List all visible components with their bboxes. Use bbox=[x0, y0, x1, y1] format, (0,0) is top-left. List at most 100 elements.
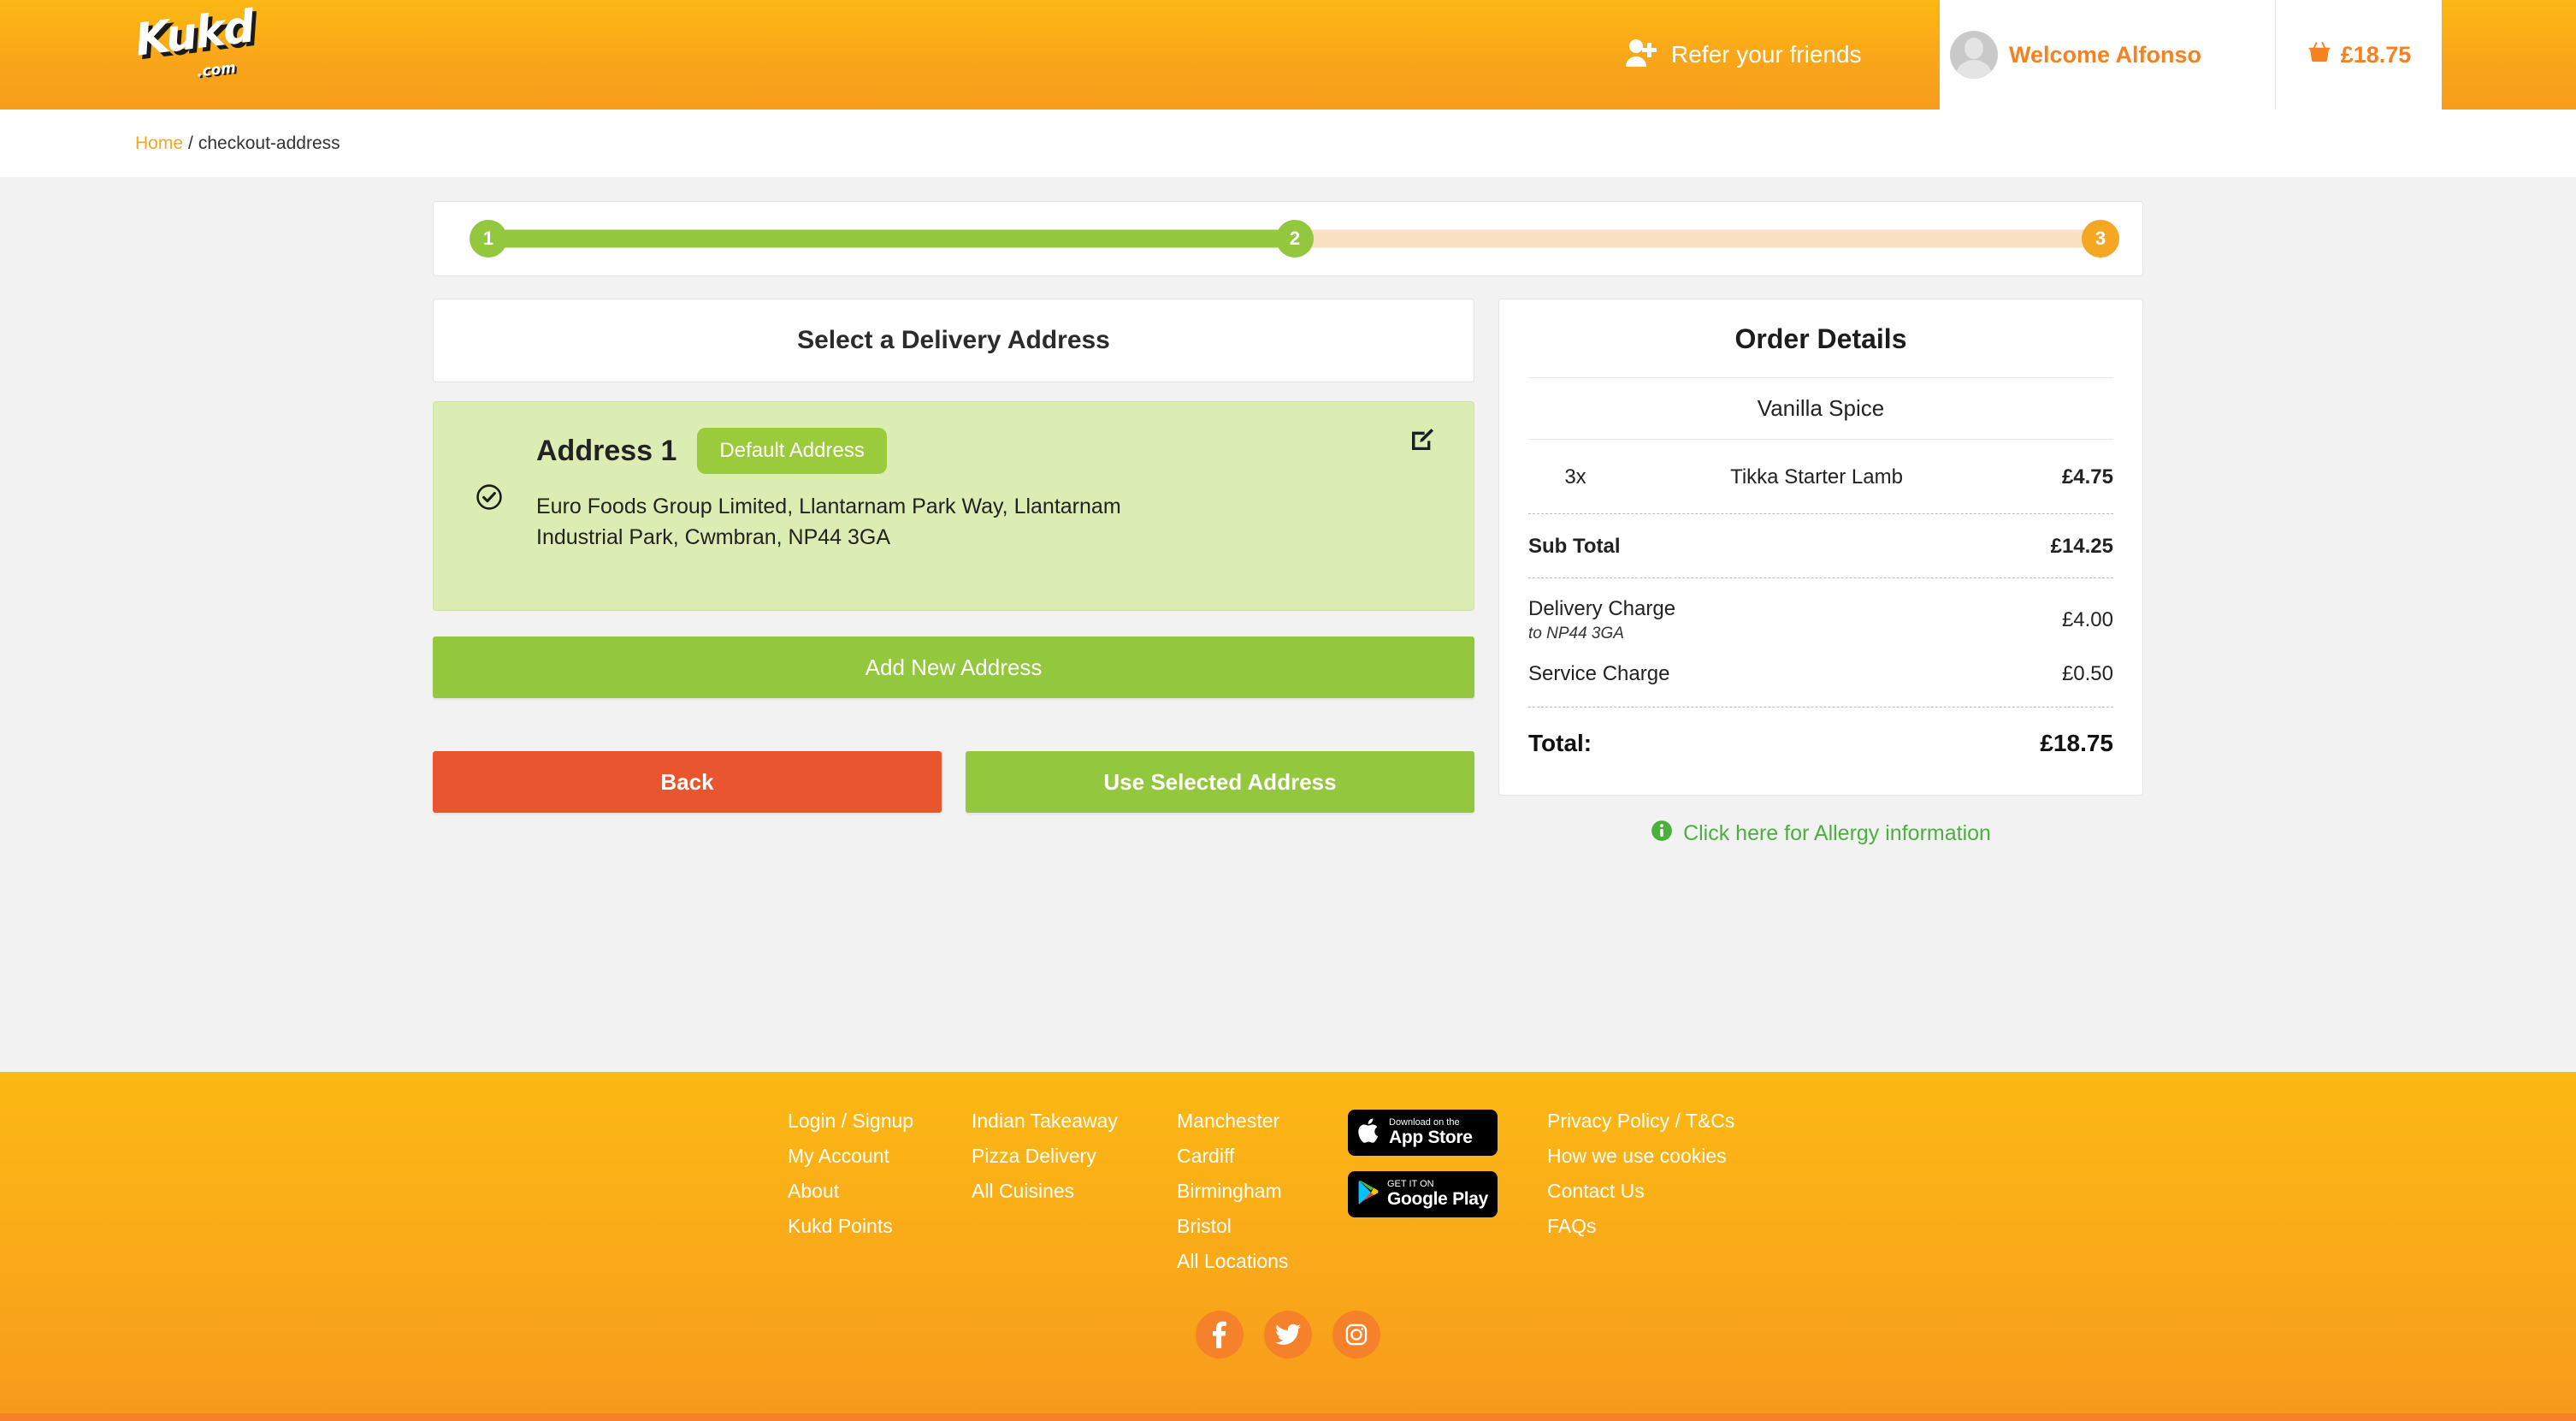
use-selected-address-button[interactable]: Use Selected Address bbox=[966, 751, 1474, 813]
add-new-address-button[interactable]: Add New Address bbox=[433, 636, 1474, 698]
address-title: Address 1 bbox=[536, 434, 677, 467]
header-account-panel: Welcome Alfonso £18.75 bbox=[1940, 0, 2442, 110]
footer-link[interactable]: Birmingham bbox=[1177, 1180, 1348, 1203]
address-line-1: Euro Foods Group Limited, Llantarnam Par… bbox=[536, 494, 1121, 518]
footer-link[interactable]: Manchester bbox=[1177, 1110, 1348, 1133]
total-label: Total: bbox=[1528, 730, 1592, 756]
footer-locations-column: Manchester Cardiff Birmingham Bristol Al… bbox=[1177, 1110, 1348, 1273]
footer-link[interactable]: FAQs bbox=[1547, 1215, 1788, 1238]
breadcrumb: Home / checkout-address bbox=[0, 110, 2576, 177]
basket-total: £18.75 bbox=[2340, 41, 2412, 68]
main-content: 1 2 3 Select a Delivery Address Address … bbox=[0, 177, 2576, 1072]
logo-wordmark: Kukd bbox=[132, 1, 257, 67]
footer-link[interactable]: Cardiff bbox=[1177, 1145, 1348, 1168]
address-header-row: Address 1 Default Address bbox=[536, 428, 1445, 474]
order-item-name: Tikka Starter Lamb bbox=[1730, 465, 1903, 488]
progress-step-1[interactable]: 1 bbox=[470, 220, 507, 258]
allergy-info-link[interactable]: Click here for Allergy information bbox=[1498, 820, 2143, 848]
back-button[interactable]: Back bbox=[433, 751, 942, 813]
refer-friends-label: Refer your friends bbox=[1671, 41, 1862, 68]
order-item-qty: 3x bbox=[1564, 465, 1586, 488]
progress-step-3[interactable]: 3 bbox=[2082, 220, 2119, 258]
basket-icon bbox=[2307, 40, 2332, 70]
footer-link[interactable]: All Cuisines bbox=[972, 1180, 1177, 1203]
default-address-badge: Default Address bbox=[697, 428, 887, 474]
logo-dotcom: .com bbox=[195, 59, 237, 81]
twitter-icon[interactable] bbox=[1264, 1311, 1312, 1359]
address-column: Select a Delivery Address Address 1 Defa… bbox=[433, 299, 1474, 813]
footer-account-column: Login / Signup My Account About Kukd Poi… bbox=[788, 1110, 972, 1238]
app-store-big-label: App Store bbox=[1389, 1127, 1473, 1147]
address-lines: Euro Foods Group Limited, Llantarnam Par… bbox=[536, 491, 1306, 554]
checkout-progress: 1 2 3 bbox=[433, 201, 2143, 276]
order-details-card: Order Details Vanilla Spice 3x Tikka Sta… bbox=[1498, 299, 2143, 796]
select-address-heading: Select a Delivery Address bbox=[797, 326, 1110, 354]
edit-pencil-icon[interactable] bbox=[1409, 426, 1436, 458]
kukd-logo[interactable]: Kukd .com bbox=[133, 1, 257, 98]
user-plus-icon bbox=[1625, 38, 1657, 73]
breadcrumb-current: checkout-address bbox=[198, 133, 340, 153]
refer-friends-link[interactable]: Refer your friends bbox=[1625, 0, 1862, 110]
footer-link[interactable]: Pizza Delivery bbox=[972, 1145, 1177, 1168]
footer-link[interactable]: Contact Us bbox=[1547, 1180, 1788, 1203]
google-play-text: GET IT ON Google Play bbox=[1387, 1180, 1488, 1209]
progress-bar-remaining bbox=[1295, 229, 2116, 248]
check-circle-icon bbox=[475, 483, 504, 516]
breadcrumb-home-link[interactable]: Home bbox=[135, 133, 183, 154]
delivery-charge-value: £4.00 bbox=[2061, 608, 2113, 631]
order-item-row: 3x Tikka Starter Lamb £4.75 bbox=[1528, 440, 2113, 514]
restaurant-name: Vanilla Spice bbox=[1528, 377, 2113, 440]
service-charge-row: Service Charge £0.50 bbox=[1528, 650, 2113, 708]
google-play-badge[interactable]: GET IT ON Google Play bbox=[1348, 1171, 1498, 1217]
footer-legal-column: Privacy Policy / T&Cs How we use cookies… bbox=[1506, 1110, 1788, 1238]
info-circle-icon bbox=[1651, 820, 1673, 848]
address-actions: Back Use Selected Address bbox=[433, 751, 1474, 813]
service-charge-value: £0.50 bbox=[2061, 662, 2113, 685]
footer-cuisines-column: Indian Takeaway Pizza Delivery All Cuisi… bbox=[972, 1110, 1177, 1203]
progress-step-2[interactable]: 2 bbox=[1276, 220, 1314, 258]
allergy-info-label: Click here for Allergy information bbox=[1683, 821, 1991, 845]
footer-link[interactable]: Privacy Policy / T&Cs bbox=[1547, 1110, 1788, 1133]
subtotal-label: Sub Total bbox=[1528, 535, 1621, 558]
breadcrumb-separator: / bbox=[188, 133, 193, 153]
welcome-label: Welcome Alfonso bbox=[2009, 41, 2202, 68]
basket-button[interactable]: £18.75 bbox=[2276, 0, 2442, 110]
select-address-card: Select a Delivery Address bbox=[433, 299, 1474, 382]
progress-track: 1 2 3 bbox=[470, 220, 2119, 258]
footer-columns: Login / Signup My Account About Kukd Poi… bbox=[0, 1110, 2576, 1273]
delivery-charge-postcode: to NP44 3GA bbox=[1528, 625, 1624, 642]
progress-bar-completed bbox=[487, 229, 1295, 248]
subtotal-value: £14.25 bbox=[2050, 535, 2113, 558]
google-play-icon bbox=[1356, 1179, 1380, 1211]
footer-app-badges: Download on the App Store GET IT ON Goog… bbox=[1348, 1110, 1506, 1217]
delivery-charge-row: Delivery Charge to NP44 3GA £4.00 bbox=[1528, 578, 2113, 650]
footer-link[interactable]: Kukd Points bbox=[788, 1215, 972, 1238]
total-row: Total: £18.75 bbox=[1528, 708, 2113, 766]
instagram-icon[interactable] bbox=[1332, 1311, 1380, 1359]
app-store-badge[interactable]: Download on the App Store bbox=[1348, 1110, 1498, 1156]
site-header: Kukd .com Refer your friends Welcome Alf… bbox=[0, 0, 2576, 110]
order-item-price: £4.75 bbox=[2061, 465, 2113, 488]
footer-link[interactable]: Bristol bbox=[1177, 1215, 1348, 1238]
facebook-icon[interactable] bbox=[1196, 1311, 1244, 1359]
order-details-title: Order Details bbox=[1734, 323, 1907, 354]
delivery-charge-block: Delivery Charge to NP44 3GA bbox=[1528, 597, 1675, 643]
footer-link[interactable]: Indian Takeaway bbox=[972, 1110, 1177, 1133]
site-footer: Login / Signup My Account About Kukd Poi… bbox=[0, 1072, 2576, 1421]
footer-link[interactable]: How we use cookies bbox=[1547, 1145, 1788, 1168]
total-value: £18.75 bbox=[2040, 730, 2113, 756]
order-column: Order Details Vanilla Spice 3x Tikka Sta… bbox=[1498, 299, 2143, 848]
avatar bbox=[1950, 31, 1998, 79]
google-play-big-label: Google Play bbox=[1387, 1188, 1489, 1209]
service-charge-label: Service Charge bbox=[1528, 662, 1670, 685]
social-links bbox=[0, 1311, 2576, 1359]
footer-link[interactable]: My Account bbox=[788, 1145, 972, 1168]
footer-link[interactable]: All Locations bbox=[1177, 1250, 1348, 1273]
checkout-columns: Select a Delivery Address Address 1 Defa… bbox=[433, 299, 2143, 848]
delivery-charge-label: Delivery Charge bbox=[1528, 597, 1676, 620]
app-store-text: Download on the App Store bbox=[1389, 1118, 1473, 1147]
footer-link[interactable]: About bbox=[788, 1180, 972, 1203]
address-option-card[interactable]: Address 1 Default Address Euro Foods Gro… bbox=[433, 401, 1474, 611]
footer-link[interactable]: Login / Signup bbox=[788, 1110, 972, 1133]
account-welcome-button[interactable]: Welcome Alfonso bbox=[1940, 0, 2276, 110]
